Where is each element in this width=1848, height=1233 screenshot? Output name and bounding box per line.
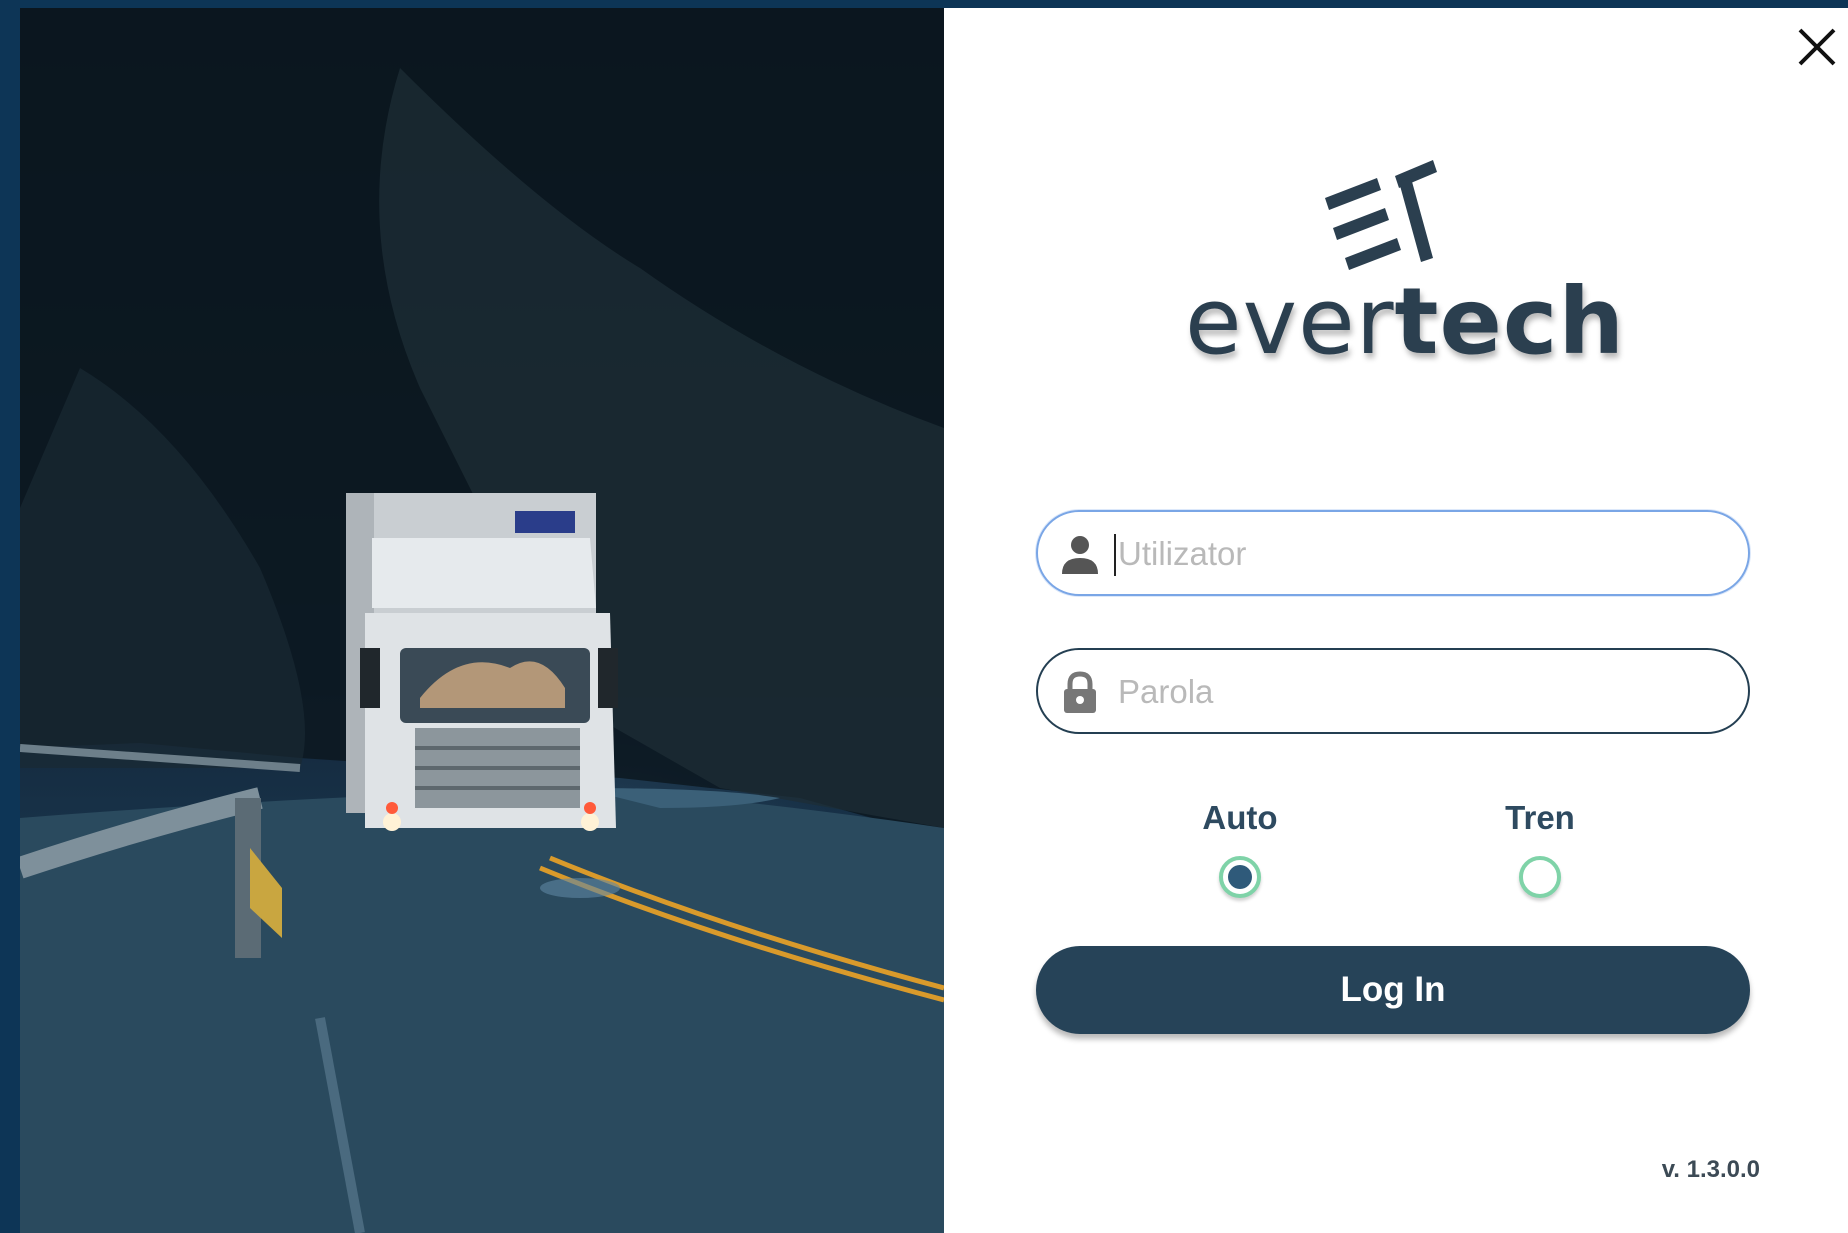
brand-name-bold: tech — [1394, 268, 1625, 375]
brand-name: evertech — [1170, 276, 1640, 368]
username-input[interactable] — [1116, 526, 1720, 582]
truck-photo — [20, 8, 944, 1233]
lock-icon — [1064, 671, 1096, 713]
radio-tren-group: Tren — [1460, 798, 1620, 898]
radio-auto-group: Auto — [1160, 798, 1320, 898]
close-icon[interactable] — [1790, 20, 1844, 74]
radio-auto[interactable] — [1219, 856, 1261, 898]
password-input[interactable] — [1116, 664, 1720, 720]
radio-auto-label: Auto — [1202, 799, 1278, 836]
version-label: v. 1.3.0.0 — [1661, 1156, 1760, 1183]
user-icon — [1062, 536, 1098, 574]
login-window: evertech Auto Tren Log In v. 1.3.0.0 — [20, 8, 1848, 1233]
password-field[interactable] — [1036, 648, 1750, 734]
radio-tren[interactable] — [1519, 856, 1561, 898]
radio-tren-label: Tren — [1505, 799, 1575, 836]
evertech-logo-mark — [1325, 160, 1437, 270]
login-button[interactable]: Log In — [1036, 946, 1750, 1034]
username-field[interactable] — [1036, 510, 1750, 596]
brand-name-light: ever — [1185, 268, 1395, 375]
evertech-logo: evertech — [1170, 148, 1640, 408]
